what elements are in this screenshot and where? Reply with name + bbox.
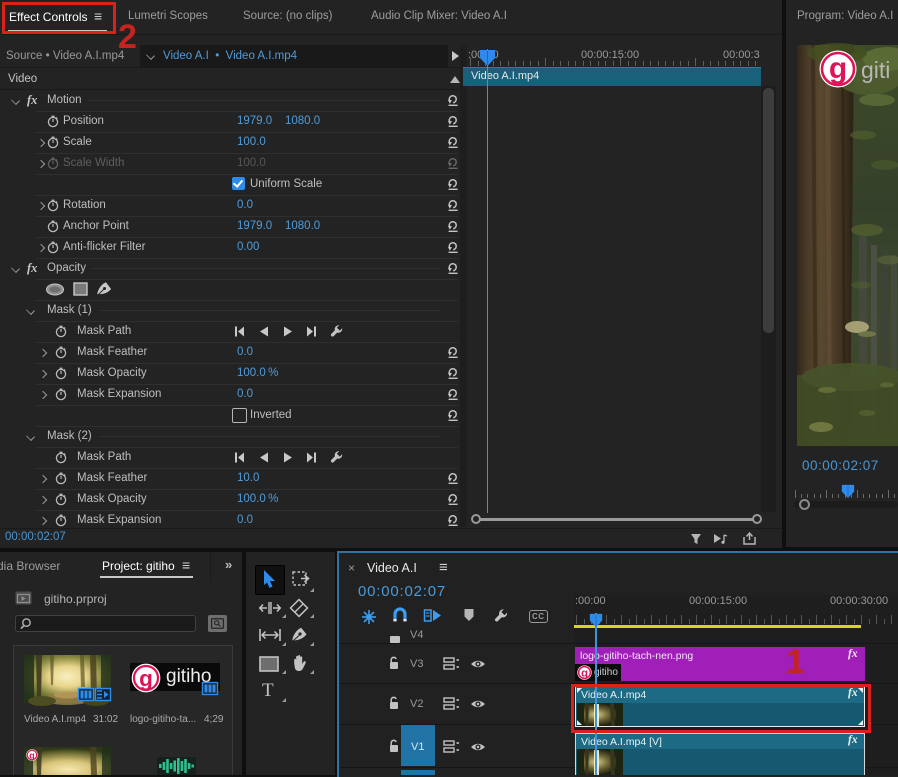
svg-text:g: g (29, 750, 35, 760)
svg-text:g: g (829, 52, 847, 85)
svg-text:giti: giti (861, 57, 890, 83)
svg-text:g: g (581, 668, 588, 680)
svg-text:g: g (139, 666, 153, 691)
